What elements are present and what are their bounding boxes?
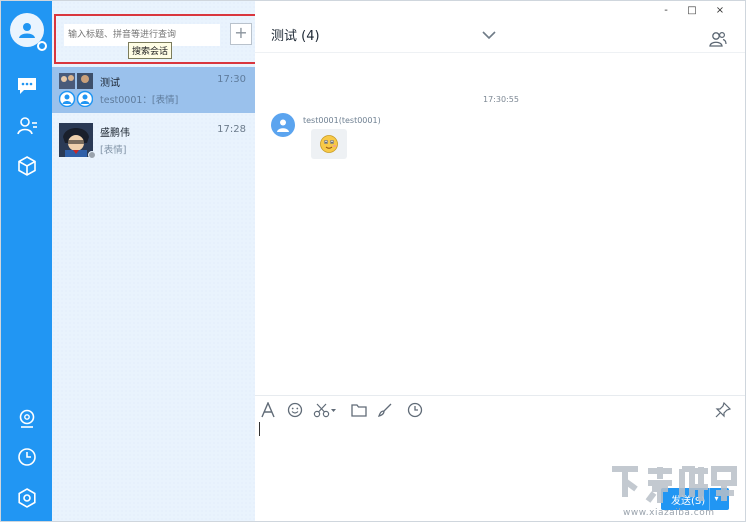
message-bubble[interactable] [311,129,347,159]
nav-rail [1,1,52,521]
nav-apps[interactable] [14,153,40,179]
nav-settings[interactable] [14,485,40,511]
search-tooltip: 搜索会话 [128,42,173,59]
cube-icon [18,156,36,176]
search-highlight-box: + 搜索会话 [54,14,259,64]
group-avatar-icon [58,73,94,108]
group-members-button[interactable] [709,31,727,51]
emoji-sticker-icon [320,135,338,153]
conversation-name: 盛鹏伟 [100,128,130,139]
app-window: + 搜索会话 测试 17:30 test0001：[表情] [0,0,746,522]
conversation-time: 17:30 [217,74,246,85]
conversation-item-shengpengwei[interactable]: 盛鹏伟 17:28 [表情] [52,117,255,163]
user-icon [277,119,289,132]
clock-icon [18,448,36,466]
contacts-icon [17,117,37,135]
online-status-dot [37,41,47,51]
conversation-last-message: [表情] [100,145,127,156]
watermark-text: www.xiazaiba.com [623,508,715,518]
maximize-button[interactable]: □ [685,5,699,17]
close-button[interactable]: × [713,5,727,17]
conversation-last-message: test0001：[表情] [100,95,179,106]
chat-header: 测试 (4) - □ × [255,1,745,53]
message-sender: test0001(test0001) [303,116,381,125]
conversation-list: + 搜索会话 测试 17:30 test0001：[表情] [52,1,259,521]
offline-status-dot [88,151,96,159]
chevron-down-icon [482,31,496,40]
nav-location[interactable] [14,406,40,432]
message-area: 17:30:55 test0001(test0001) [255,53,745,395]
chat-bubble-icon [18,78,36,94]
message-timestamp: 17:30:55 [483,95,519,104]
conversation-name: 测试 [100,78,120,89]
chat-dropdown-toggle[interactable] [481,25,497,44]
location-icon [19,409,35,428]
group-avatar [58,73,94,108]
conversation-item-test[interactable]: 测试 17:30 test0001：[表情] [52,67,255,113]
add-conversation-button[interactable]: + [230,23,252,45]
sender-avatar[interactable] [271,113,295,137]
nav-contacts[interactable] [14,113,40,139]
chat-title: 测试 (4) [271,29,320,44]
minimize-button[interactable]: - [659,5,673,17]
gear-icon [18,488,36,508]
user-icon [19,23,35,38]
nav-history[interactable] [14,444,40,470]
group-members-icon [709,31,727,47]
nav-messages[interactable] [14,73,40,99]
conversation-time: 17:28 [217,124,246,135]
folder-icon [351,404,367,417]
